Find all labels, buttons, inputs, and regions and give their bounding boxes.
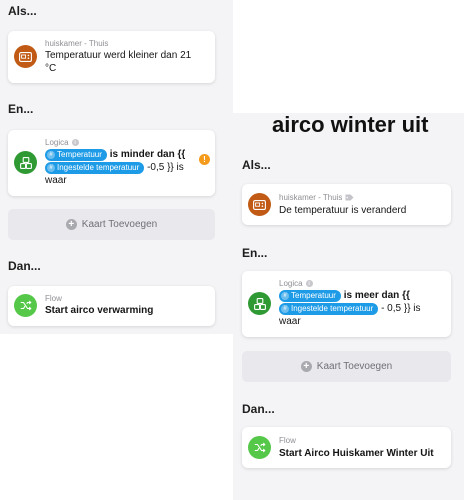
- logic-blocks-icon: [248, 292, 271, 315]
- flow-source: Flow: [45, 294, 62, 303]
- flow-source: Flow: [279, 436, 296, 445]
- token-temperatuur[interactable]: # Temperatuur: [45, 149, 107, 161]
- dan-heading: Dan...: [242, 402, 275, 416]
- trigger-card[interactable]: huiskamer - Thuis De temperatuur is vera…: [242, 184, 451, 225]
- logic-condition: # Temperatuur is minder dan {{ # Ingesteld…: [45, 149, 186, 186]
- info-icon[interactable]: i: [71, 139, 79, 146]
- flow-card[interactable]: Flow Start Airco Huiskamer Winter Uit: [242, 427, 451, 468]
- token-ingestelde-temperatuur[interactable]: # Ingestelde temperatuur: [279, 303, 379, 315]
- flow-text: Start airco verwarming: [45, 305, 154, 316]
- left-flow-panel: Als... huiskamer - Thuis Temperatuur wer…: [0, 0, 233, 334]
- token-hash-icon: #: [47, 164, 55, 172]
- trigger-source: huiskamer - Thuis: [279, 193, 354, 202]
- add-card-label: Kaart Toevoegen: [81, 219, 158, 230]
- logic-blocks-icon: [14, 151, 37, 174]
- flow-shuffle-icon: [14, 294, 37, 317]
- flow-text: Start Airco Huiskamer Winter Uit: [279, 448, 434, 459]
- warning-icon[interactable]: !: [199, 154, 210, 165]
- dan-heading: Dan...: [8, 259, 41, 273]
- plus-icon: +: [65, 219, 77, 230]
- logic-source: Logica i: [279, 279, 313, 288]
- als-heading: Als...: [8, 4, 37, 18]
- token-temperatuur[interactable]: # Temperatuur: [279, 290, 341, 302]
- flow-card[interactable]: Flow Start airco verwarming: [8, 286, 215, 326]
- en-heading: En...: [8, 102, 34, 116]
- trigger-card[interactable]: huiskamer - Thuis Temperatuur werd klein…: [8, 31, 215, 83]
- token-ingestelde-temperatuur[interactable]: # Ingestelde temperatuur: [45, 162, 145, 174]
- add-card-label: Kaart Toevoegen: [316, 361, 393, 372]
- logic-card[interactable]: Logica i # Temperatuur is minder dan {{ #…: [8, 130, 215, 196]
- thermostat-icon: [14, 45, 37, 68]
- plus-icon: +: [300, 361, 312, 372]
- add-card-button[interactable]: + Kaart Toevoegen: [8, 209, 215, 240]
- flow-shuffle-icon: [248, 436, 271, 459]
- token-hash-icon: #: [281, 292, 289, 300]
- logic-source: Logica i: [45, 138, 79, 147]
- token-hash-icon: #: [281, 305, 289, 313]
- trigger-text: De temperatuur is veranderd: [279, 205, 407, 216]
- trigger-source: huiskamer - Thuis: [45, 39, 109, 48]
- en-heading: En...: [242, 246, 268, 260]
- add-card-button[interactable]: + Kaart Toevoegen: [242, 351, 451, 382]
- token-hash-icon: #: [47, 151, 55, 159]
- trigger-text: Temperatuur werd kleiner dan 21 °C: [45, 50, 192, 74]
- logic-condition: # Temperatuur is meer dan {{ # Ingestelde …: [279, 290, 421, 327]
- logic-card[interactable]: Logica i # Temperatuur is meer dan {{ # In…: [242, 271, 451, 337]
- page-title: airco winter uit: [272, 112, 429, 137]
- als-heading: Als...: [242, 158, 271, 172]
- thermostat-icon: [248, 193, 271, 216]
- tag-icon: [345, 194, 354, 201]
- info-icon[interactable]: i: [305, 280, 313, 287]
- right-flow-panel: airco winter uit Als... huiskamer - Thui…: [233, 112, 464, 500]
